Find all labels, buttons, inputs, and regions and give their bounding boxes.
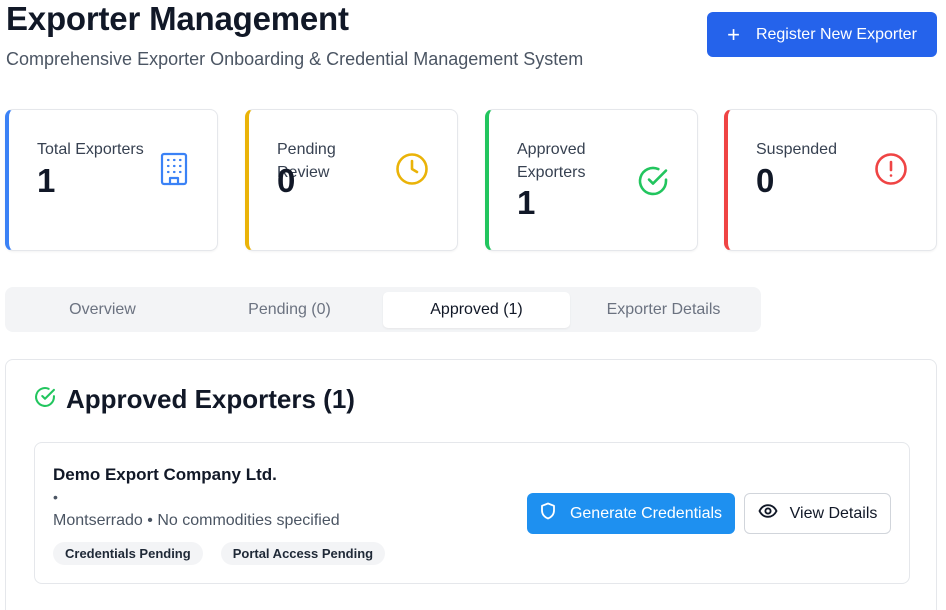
plus-icon: + bbox=[727, 21, 740, 47]
stat-value: 1 bbox=[37, 162, 56, 199]
page-subtitle: Comprehensive Exporter Onboarding & Cred… bbox=[6, 49, 584, 69]
view-details-label: View Details bbox=[789, 504, 878, 522]
stat-value: 0 bbox=[756, 162, 775, 199]
register-button-label: Register New Exporter bbox=[755, 25, 917, 43]
generate-credentials-button[interactable]: Generate Credentials bbox=[527, 493, 735, 534]
stat-card-approved-exporters: Approved Exporters 1 bbox=[485, 109, 698, 251]
shield-icon bbox=[540, 502, 556, 525]
eye-icon bbox=[758, 504, 778, 523]
check-circle-icon bbox=[34, 386, 56, 413]
tab-exporter-details[interactable]: Exporter Details bbox=[570, 292, 757, 328]
clock-icon bbox=[395, 152, 429, 191]
exporter-location-commodities: Montserrado • No commodities specified bbox=[53, 512, 340, 529]
stat-label: Suspended bbox=[756, 141, 837, 158]
stat-label: Total Exporters bbox=[37, 141, 144, 158]
view-details-button[interactable]: View Details bbox=[744, 493, 891, 534]
stat-card-total-exporters: Total Exporters 1 bbox=[5, 109, 218, 251]
check-circle-icon bbox=[637, 165, 669, 202]
tab-overview[interactable]: Overview bbox=[9, 292, 196, 328]
building-icon bbox=[159, 152, 189, 191]
tab-approved[interactable]: Approved (1) bbox=[383, 291, 570, 328]
status-badge: Credentials Pending bbox=[53, 542, 203, 565]
stat-label: Approved Exporters bbox=[517, 141, 586, 181]
register-new-exporter-button[interactable]: + Register New Exporter bbox=[707, 12, 937, 57]
tab-bar: Overview Pending (0) Approved (1) Export… bbox=[5, 287, 761, 332]
tab-pending[interactable]: Pending (0) bbox=[196, 292, 383, 328]
generate-credentials-label: Generate Credentials bbox=[569, 504, 723, 522]
exporter-card: Demo Export Company Ltd. • Montserrado •… bbox=[34, 442, 910, 584]
stat-card-pending-review: Pending Review 0 bbox=[245, 109, 458, 251]
approved-exporters-panel: Approved Exporters (1) Demo Export Compa… bbox=[5, 359, 937, 610]
exporter-badges: Credentials Pending Portal Access Pendin… bbox=[53, 542, 386, 565]
stat-value: 1 bbox=[517, 184, 536, 221]
alert-circle-icon bbox=[874, 152, 908, 191]
exporter-name: Demo Export Company Ltd. bbox=[53, 465, 277, 484]
stat-card-suspended: Suspended 0 bbox=[724, 109, 937, 251]
page-title: Exporter Management bbox=[6, 0, 349, 37]
stat-value: 0 bbox=[277, 162, 296, 199]
panel-title: Approved Exporters (1) bbox=[66, 384, 355, 414]
exporter-separator: • bbox=[53, 489, 58, 505]
panel-header: Approved Exporters (1) bbox=[34, 384, 355, 415]
status-badge: Portal Access Pending bbox=[220, 542, 386, 565]
